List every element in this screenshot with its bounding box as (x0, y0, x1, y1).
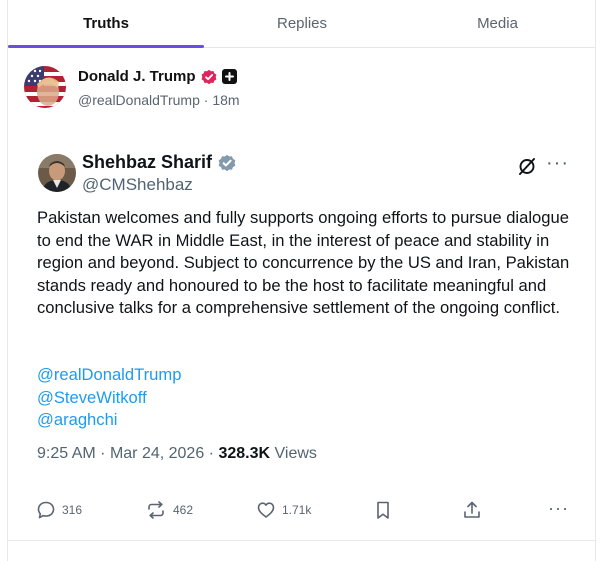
embedded-post-meta: 9:25 AM · Mar 24, 2026 · 328.3K Views (37, 445, 317, 463)
mention-link[interactable]: @realDonaldTrump (37, 364, 181, 387)
post-time-ago[interactable]: 18m (212, 92, 239, 108)
tab-replies[interactable]: Replies (204, 0, 400, 47)
tab-media-label: Media (477, 15, 518, 32)
author-name-row: Donald J. Trump (78, 68, 237, 85)
embedded-author-avatar[interactable] (38, 154, 76, 192)
tab-media[interactable]: Media (400, 0, 595, 47)
mention-link[interactable]: @SteveWitkoff (37, 387, 181, 410)
embedded-post-text: Pakistan welcomes and fully supports ong… (37, 208, 570, 318)
author-avatar[interactable] (24, 66, 66, 108)
embedded-more-button[interactable]: ··· (546, 152, 569, 175)
meta-separator: · (100, 445, 110, 462)
like-icon (257, 502, 275, 518)
reply-count: 316 (62, 503, 83, 517)
mentions-list: @realDonaldTrump @SteveWitkoff @araghchi (37, 364, 181, 432)
repost-icon (148, 501, 164, 519)
tab-truths[interactable]: Truths (8, 0, 204, 48)
repost-count: 462 (173, 503, 194, 517)
active-tab-indicator (8, 45, 204, 48)
post-time[interactable]: 9:25 AM (37, 445, 96, 462)
author-display-name[interactable]: Donald J. Trump (78, 68, 196, 85)
bookmark-button[interactable] (374, 500, 392, 520)
share-icon (464, 501, 480, 518)
embedded-author-handle[interactable]: @CMShehbaz (82, 175, 193, 195)
x-logo-icon[interactable] (517, 156, 537, 176)
plus-badge-icon (221, 69, 237, 84)
mention-link[interactable]: @araghchi (37, 409, 181, 432)
more-button[interactable]: ··· (548, 498, 569, 519)
like-button[interactable]: 1.71k (256, 500, 311, 520)
author-handle-row: @realDonaldTrump · 18m (78, 92, 240, 108)
repost-button[interactable]: 462 (145, 500, 193, 520)
views-label: Views (274, 445, 317, 462)
tab-replies-label: Replies (276, 15, 328, 32)
meta-separator: · (208, 445, 219, 462)
divider (8, 540, 595, 541)
gray-verified-badge-icon (218, 154, 236, 171)
share-button[interactable] (462, 500, 482, 520)
embedded-name-row: Shehbaz Sharif (82, 152, 236, 173)
views-count: 328.3K (218, 445, 271, 462)
like-count: 1.71k (282, 503, 312, 517)
reply-icon (37, 501, 55, 519)
author-handle[interactable]: @realDonaldTrump (78, 92, 200, 108)
bookmark-icon (377, 501, 389, 519)
post-date[interactable]: Mar 24, 2026 (110, 445, 204, 462)
profile-tabs: Truths Replies Media (8, 0, 595, 48)
tab-truths-label: Truths (83, 15, 129, 32)
reply-button[interactable]: 316 (36, 500, 82, 520)
verified-badge-icon (201, 69, 216, 84)
more-icon: ··· (548, 498, 569, 518)
embedded-author-name[interactable]: Shehbaz Sharif (82, 152, 212, 173)
embedded-post-card[interactable]: Shehbaz Sharif @CMShehbaz ··· Pakistan w… (24, 138, 586, 540)
